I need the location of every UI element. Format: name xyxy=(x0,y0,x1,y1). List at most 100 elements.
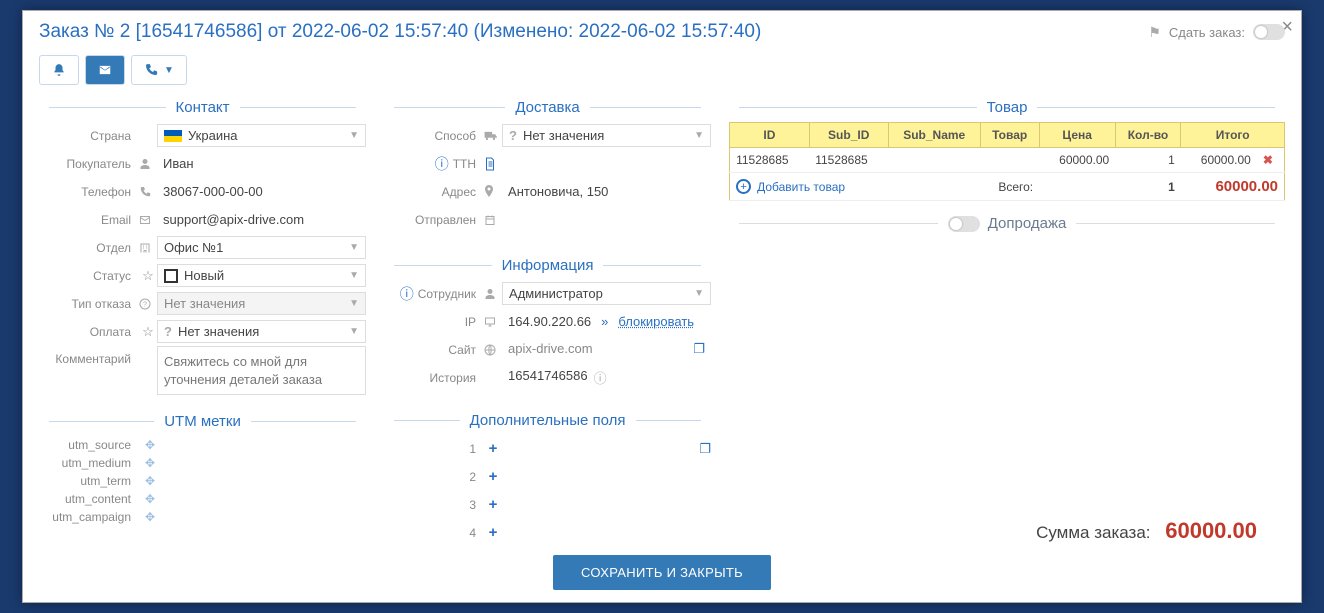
plus-icon[interactable]: + xyxy=(484,496,502,513)
plus-circle-icon: + xyxy=(736,179,751,194)
dept-value: Офис №1 xyxy=(164,240,223,255)
mail-icon xyxy=(139,214,157,226)
person-icon xyxy=(139,158,157,170)
info-icon[interactable]: ⓘ xyxy=(400,284,414,304)
label-country: Страна xyxy=(39,129,139,143)
ip-row: 164.90.220.66 » блокировать xyxy=(502,310,711,334)
label-buyer: Покупатель xyxy=(39,157,139,171)
move-icon[interactable]: ✥ xyxy=(145,456,155,470)
th-qty: Кол-во xyxy=(1115,123,1181,148)
calendar-icon xyxy=(484,214,502,226)
cell-price: 60000.00 xyxy=(1039,148,1115,173)
move-icon[interactable]: ✥ xyxy=(145,474,155,488)
pin-icon xyxy=(484,185,502,199)
table-row[interactable]: 11528685 11528685 60000.00 1 60000.00 ✖ xyxy=(730,148,1285,173)
buyer-field[interactable]: Иван xyxy=(157,152,366,176)
utm-medium-label: utm_medium xyxy=(39,456,139,470)
label-comment: Комментарий xyxy=(39,346,139,366)
info-icon[interactable]: ⓘ xyxy=(594,368,607,387)
move-icon[interactable]: ✥ xyxy=(145,510,155,524)
section-title-contact: Контакт xyxy=(39,99,366,116)
order-modal: × Заказ № 2 [16541746586] от 2022-06-02 … xyxy=(22,10,1302,603)
order-sum: Сумма заказа: 60000.00 xyxy=(1036,510,1273,544)
utm-source-label: utm_source xyxy=(39,438,139,452)
star-icon: ☆ xyxy=(139,268,157,284)
country-select[interactable]: Украина ▼ xyxy=(157,124,366,147)
document-icon xyxy=(484,157,502,171)
th-subname: Sub_Name xyxy=(888,123,980,148)
bell-button[interactable] xyxy=(39,55,79,85)
method-select[interactable]: ? Нет значения ▼ xyxy=(502,124,711,147)
add-field-3-label: 3 xyxy=(384,498,484,512)
refuse-value: Нет значения xyxy=(164,296,245,311)
label-email: Email xyxy=(39,213,139,227)
refuse-select[interactable]: Нет значения ▼ xyxy=(157,292,366,315)
move-icon[interactable]: ✥ xyxy=(145,438,155,452)
add-field-3[interactable] xyxy=(502,500,711,509)
submit-order-toggle[interactable] xyxy=(1253,24,1285,40)
question-icon: ? xyxy=(139,298,157,310)
status-color-box xyxy=(164,269,178,283)
add-product-link[interactable]: + Добавить товар xyxy=(736,179,845,194)
dept-select[interactable]: Офис №1 ▼ xyxy=(157,236,366,259)
phone-field[interactable]: 38067-000-00-00 xyxy=(157,180,366,204)
phone-icon xyxy=(144,63,158,77)
mail-button[interactable] xyxy=(85,55,125,85)
person-icon xyxy=(484,288,502,300)
sent-field[interactable] xyxy=(502,215,711,224)
block-ip-link[interactable]: блокировать xyxy=(618,314,694,329)
external-link-icon[interactable]: ❐ xyxy=(693,341,705,357)
cell-qty: 1 xyxy=(1115,148,1181,173)
chevron-down-icon: ▼ xyxy=(349,326,359,337)
employee-select[interactable]: Администратор ▼ xyxy=(502,282,711,305)
cell-total: 60000.00 xyxy=(1181,148,1257,173)
section-title-additional: Дополнительные поля xyxy=(384,412,711,429)
external-link-icon[interactable]: ❐ xyxy=(699,441,711,457)
site-row: apix-drive.com ❐ xyxy=(502,337,711,362)
address-field[interactable]: Антоновича, 150 xyxy=(502,180,711,204)
th-price: Цена xyxy=(1039,123,1115,148)
add-field-1[interactable] xyxy=(502,444,699,453)
label-phone: Телефон xyxy=(39,185,139,199)
label-status: Статус xyxy=(39,269,139,283)
utm-content-label: utm_content xyxy=(39,492,139,506)
th-id: ID xyxy=(730,123,810,148)
save-and-close-button[interactable]: СОХРАНИТЬ И ЗАКРЫТЬ xyxy=(553,555,771,590)
move-icon[interactable]: ✥ xyxy=(145,492,155,506)
label-dept: Отдел xyxy=(39,241,139,255)
add-field-2[interactable] xyxy=(502,472,711,481)
delete-row-icon[interactable]: ✖ xyxy=(1257,148,1285,173)
label-address: Адрес xyxy=(384,185,484,199)
building-icon xyxy=(139,242,157,254)
payment-select[interactable]: ? Нет значения ▼ xyxy=(157,320,366,343)
modal-header: Заказ № 2 [16541746586] от 2022-06-02 15… xyxy=(23,11,1301,51)
ttn-field[interactable] xyxy=(502,159,711,168)
status-select[interactable]: Новый ▼ xyxy=(157,264,366,287)
info-icon[interactable]: ⓘ xyxy=(435,154,449,174)
bell-icon xyxy=(52,63,66,77)
comment-field[interactable]: Свяжитесь со мной для уточнения деталей … xyxy=(157,346,366,395)
status-value: Новый xyxy=(184,268,224,283)
chevron-down-icon: ▼ xyxy=(349,298,359,309)
history-row: 16541746586 ⓘ xyxy=(502,364,711,392)
chevron-down-icon: ▼ xyxy=(694,130,704,141)
section-title-info: Информация xyxy=(384,257,711,274)
payment-value: Нет значения xyxy=(178,324,259,339)
section-title-delivery: Доставка xyxy=(384,99,711,116)
label-payment: Оплата xyxy=(39,325,139,339)
plus-icon[interactable]: + xyxy=(484,440,502,457)
flag-icon: ⚑ xyxy=(1148,24,1161,41)
plus-icon[interactable]: + xyxy=(484,468,502,485)
phone-button[interactable]: ▼ xyxy=(131,55,187,85)
label-refuse: Тип отказа xyxy=(39,297,139,311)
sum-qty: 1 xyxy=(1115,173,1181,201)
email-field[interactable]: support@apix-drive.com xyxy=(157,208,366,232)
label-sent: Отправлен xyxy=(384,213,484,227)
globe-icon xyxy=(484,344,502,356)
add-field-4[interactable] xyxy=(502,528,711,537)
plus-icon[interactable]: + xyxy=(484,524,502,541)
upsell-toggle[interactable] xyxy=(948,216,980,232)
truck-icon xyxy=(484,130,502,142)
svg-text:?: ? xyxy=(143,301,147,308)
method-value: Нет значения xyxy=(523,128,604,143)
